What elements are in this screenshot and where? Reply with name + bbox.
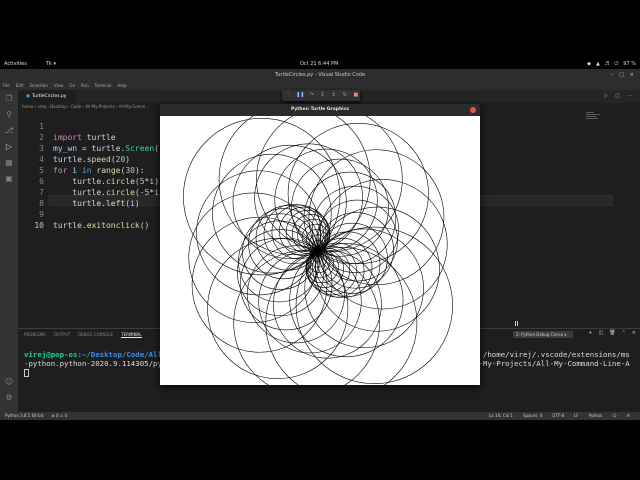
terminal-line: -python.python-2020.9.114305/py <box>24 359 162 368</box>
new-terminal-icon[interactable]: + <box>588 330 592 336</box>
debug-toolbar: ⋮ ❚❚ ↷ ↧ ↥ ↻ ■ <box>282 90 360 101</box>
menu-selection[interactable]: Selection <box>29 81 47 90</box>
code-text: turtle.exitonclick() <box>53 221 150 230</box>
split-editor-icon[interactable]: ◫ <box>615 90 620 103</box>
terminal-line: virej@pop-os:~/Desktop/Code/All <box>24 350 162 359</box>
menu-file[interactable]: File <box>3 81 10 90</box>
terminal-select[interactable]: 2: Python Debug Conso ▾ <box>513 331 573 338</box>
encoding[interactable]: UTF-8 <box>552 412 564 420</box>
account-icon[interactable]: ☺ <box>4 377 14 387</box>
dropbox-icon[interactable]: ◆ <box>587 60 591 69</box>
activities-button[interactable]: Activities <box>4 60 27 69</box>
letterbox-top <box>0 0 640 60</box>
cursor-position[interactable]: Ln 10, Col 1 <box>489 412 513 420</box>
search-icon[interactable]: ⚲ <box>4 110 14 120</box>
python-interpreter[interactable]: Python 3.8.5 64-bit <box>5 412 43 420</box>
clock[interactable]: Oct 21 6:44 PM <box>300 60 338 69</box>
feedback-icon[interactable]: ☺ <box>612 412 616 420</box>
step-into-icon[interactable]: ↧ <box>319 90 327 101</box>
status-bar: Python 3.8.5 64-bit ⊗ 0 ⚠ 0 Ln 10, Col 1… <box>0 412 640 420</box>
prompt-path: :~/Desktop/Code/All <box>77 350 162 359</box>
close-panel-icon[interactable]: × <box>632 330 636 336</box>
maximize-icon[interactable]: □ <box>619 69 624 81</box>
terminal-line: l-My-Projects/All-My-Command-Line-A <box>474 359 630 368</box>
language-mode[interactable]: Python <box>589 412 603 420</box>
tab-terminal[interactable]: TERMINAL <box>121 332 142 338</box>
mouse-cursor <box>515 321 518 326</box>
turtle-circle <box>265 247 418 385</box>
tab-debug-console[interactable]: DEBUG CONSOLE <box>78 332 113 338</box>
step-over-icon[interactable]: ↷ <box>307 90 315 101</box>
letterbox-bottom <box>0 420 640 480</box>
window-title-bar: TurtleCircles.py - Visual Studio Code – … <box>0 69 640 81</box>
gnome-top-bar: Activities Tk ▾ Oct 21 6:44 PM ◆ ▲ ♬ ⏻ 9… <box>0 60 640 69</box>
turtle-circle <box>191 216 328 353</box>
menu-go[interactable]: Go <box>69 81 75 90</box>
panel-tabs: PROBLEMS OUTPUT DEBUG CONSOLE TERMINAL <box>24 332 142 338</box>
menu-edit[interactable]: Edit <box>16 81 24 90</box>
gear-icon[interactable]: ⚙ <box>4 393 14 403</box>
turtle-graphics-window[interactable]: Python Turtle Graphics <box>160 104 480 385</box>
menu-run[interactable]: Run <box>81 81 89 90</box>
terminal-output-right: 3 /home/virej/.vscode/extensions/ms l-My… <box>474 350 640 368</box>
turtle-circle <box>308 149 445 286</box>
problems-count[interactable]: ⊗ 0 ⚠ 0 <box>51 412 67 420</box>
line-number: 10 <box>34 221 44 230</box>
stop-icon[interactable]: ■ <box>352 90 360 101</box>
end-of-line[interactable]: LF <box>574 412 579 420</box>
terminal-cursor <box>24 369 29 377</box>
power-icon: ⏻ <box>614 61 619 67</box>
notifications-icon[interactable]: ✉ <box>627 412 630 420</box>
restart-icon[interactable]: ↻ <box>341 90 349 101</box>
remote-icon[interactable]: ▣ <box>4 174 14 184</box>
turtle-circle <box>218 116 371 255</box>
battery-level: 97 % <box>623 61 636 67</box>
step-out-icon[interactable]: ↥ <box>330 90 338 101</box>
turtle-close-icon[interactable] <box>470 107 476 113</box>
tab-turtlecircles[interactable]: ● TurtleCircles.py <box>18 90 76 103</box>
prompt-user: virej@pop-os <box>24 350 78 359</box>
breadcrumb[interactable]: home › virej › Desktop › Code › All-My-P… <box>22 103 149 110</box>
system-tray[interactable]: ◆ ▲ ♬ ⏻ 97 % <box>587 60 636 69</box>
turtle-canvas[interactable] <box>160 116 480 385</box>
network-icon: ▲ <box>595 61 600 67</box>
minimap[interactable] <box>586 112 602 124</box>
drag-handle-icon[interactable]: ⋮ <box>285 90 293 101</box>
turtle-window-title-bar[interactable]: Python Turtle Graphics <box>160 104 480 116</box>
tab-label: TurtleCircles.py <box>31 94 67 99</box>
close-icon[interactable]: × <box>630 69 634 81</box>
explorer-icon[interactable]: ❐ <box>4 94 14 104</box>
terminal-line: 3 /home/virej/.vscode/extensions/ms <box>474 350 630 359</box>
python-file-icon: ● <box>26 94 30 99</box>
pause-icon[interactable]: ❚❚ <box>296 90 304 101</box>
maximize-panel-icon[interactable]: ⌃ <box>622 330 626 336</box>
menu-bar: File Edit Selection View Go Run Terminal… <box>0 81 640 90</box>
app-menu[interactable]: Tk ▾ <box>46 60 56 69</box>
tab-output[interactable]: OUTPUT <box>54 332 70 338</box>
volume-icon: ♬ <box>604 61 610 67</box>
run-file-icon[interactable]: ▷ <box>604 90 608 103</box>
menu-help[interactable]: Help <box>118 81 127 90</box>
extensions-icon[interactable]: ▦ <box>4 158 14 168</box>
activity-bar: ❐ ⚲ ⎇ ▷ ▦ ▣ ☺ ⚙ <box>0 90 18 412</box>
window-title: TurtleCircles.py - Visual Studio Code <box>274 72 366 78</box>
indentation[interactable]: Spaces: 4 <box>523 412 542 420</box>
turtle-window-title: Python Turtle Graphics <box>290 107 350 112</box>
menu-view[interactable]: View <box>54 81 64 90</box>
split-terminal-icon[interactable]: ◫ <box>599 330 604 336</box>
menu-terminal[interactable]: Terminal <box>95 81 112 90</box>
trash-icon[interactable]: 🗑 <box>609 330 615 336</box>
source-control-icon[interactable]: ⎇ <box>4 126 14 136</box>
run-debug-icon[interactable]: ▷ <box>4 142 14 152</box>
minimize-icon[interactable]: – <box>611 69 614 81</box>
tab-problems[interactable]: PROBLEMS <box>24 332 46 338</box>
more-actions-icon[interactable]: ⋯ <box>627 90 632 103</box>
